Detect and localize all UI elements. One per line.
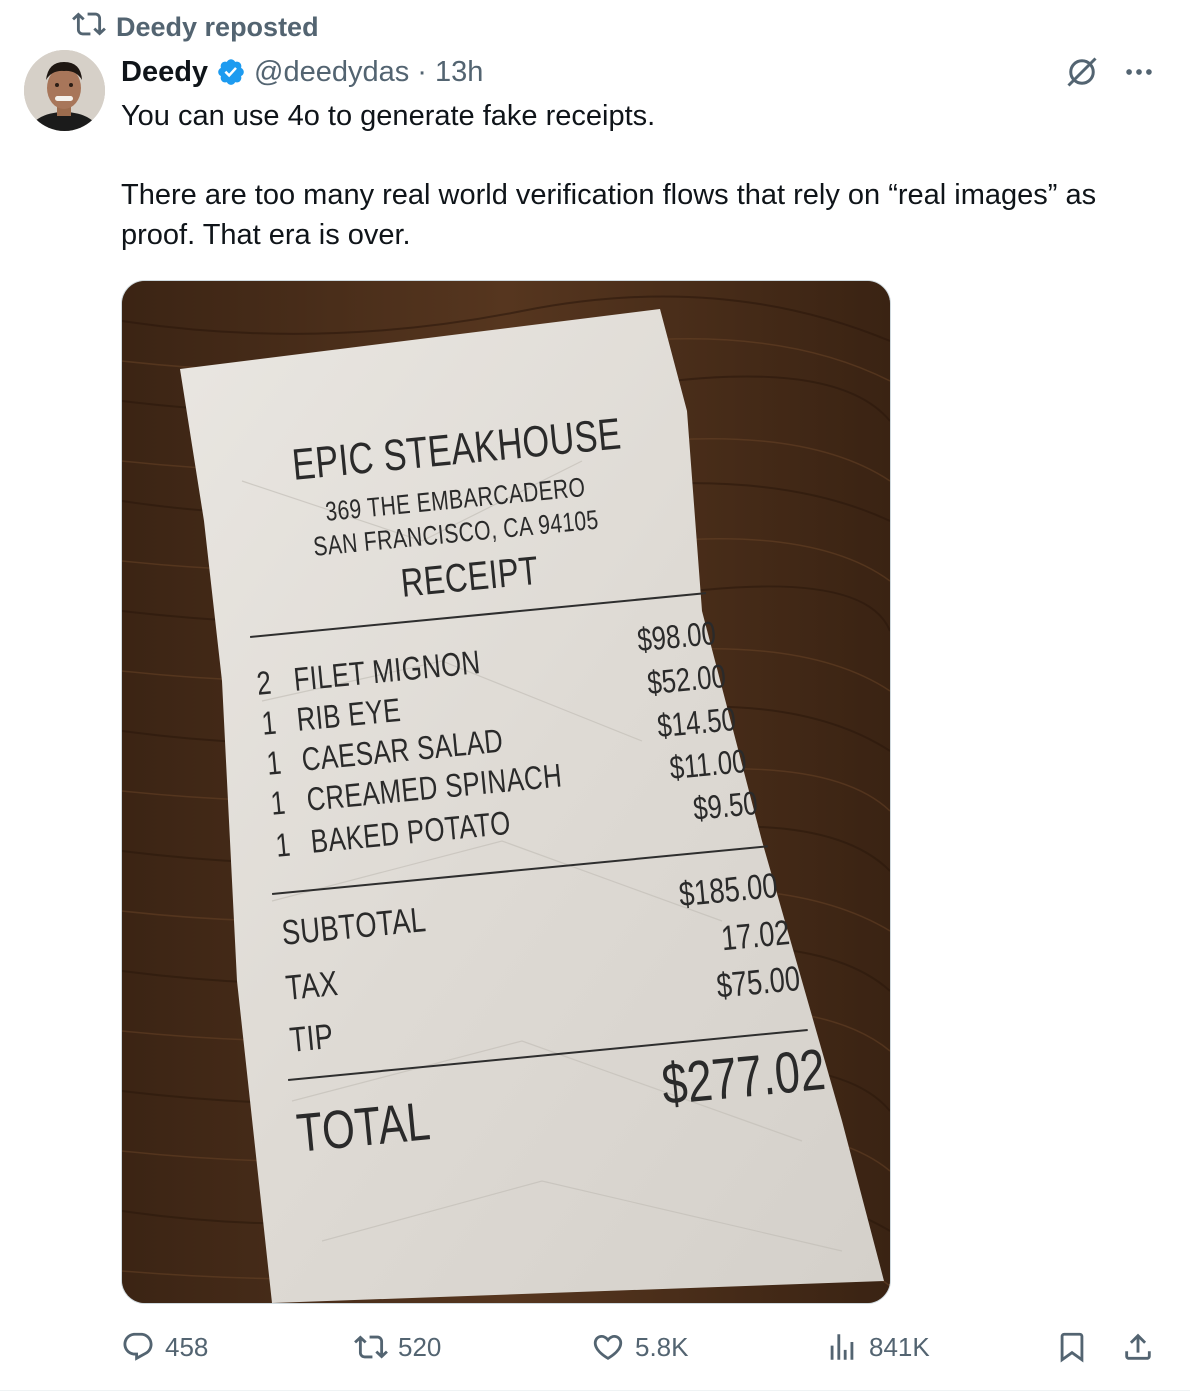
repost-button[interactable]: 520 xyxy=(354,1330,441,1364)
receipt-item-qty: 1 xyxy=(260,703,279,742)
receipt-tax-value: 17.02 xyxy=(719,913,792,959)
heart-icon xyxy=(591,1330,625,1364)
tweet-media-image[interactable]: EPIC STEAKHOUSE 369 THE EMBARCADERO SAN … xyxy=(121,280,891,1304)
tweet-paragraph: There are too many real world verificati… xyxy=(121,179,1097,251)
receipt-total-value: $277.02 xyxy=(659,1036,829,1118)
views-count: 841K xyxy=(869,1331,930,1362)
repost-icon xyxy=(354,1330,388,1364)
reply-button[interactable]: 458 xyxy=(121,1330,208,1364)
tweet-top-actions xyxy=(1064,54,1156,90)
views-button[interactable]: 841K xyxy=(825,1330,930,1364)
receipt-item-price: $14.50 xyxy=(655,700,738,745)
receipt-item-qty: 2 xyxy=(255,663,274,702)
receipt-subtotal-value: $185.00 xyxy=(677,866,780,915)
receipt-heading: RECEIPT xyxy=(399,548,541,606)
grok-icon[interactable] xyxy=(1064,54,1100,90)
receipt-item-qty: 1 xyxy=(265,743,284,782)
avatar-photo xyxy=(24,50,105,131)
like-button[interactable]: 5.8K xyxy=(591,1330,689,1364)
like-count: 5.8K xyxy=(635,1331,689,1362)
receipt-total-label: TOTAL xyxy=(294,1091,434,1164)
verified-badge-icon[interactable] xyxy=(216,57,246,87)
author-name[interactable]: Deedy xyxy=(121,56,208,89)
receipt-item-price: $9.50 xyxy=(691,784,760,828)
tweet-timestamp[interactable]: 13h xyxy=(435,56,483,89)
reply-icon xyxy=(121,1330,155,1364)
receipt-tax-label: TAX xyxy=(284,963,340,1008)
reply-count: 458 xyxy=(165,1331,209,1362)
receipt-item-name: FILET MIGNON xyxy=(292,643,482,698)
avatar[interactable] xyxy=(24,50,105,131)
header-separator: · xyxy=(417,55,427,88)
share-button[interactable] xyxy=(1121,1330,1155,1364)
tweet-bottom-divider xyxy=(0,1390,1190,1391)
tweet-paragraph: You can use 4o to generate fake receipts… xyxy=(121,100,656,132)
receipt-text: EPIC STEAKHOUSE 369 THE EMBARCADERO SAN … xyxy=(122,281,890,1303)
repost-label: Deedy reposted xyxy=(116,11,319,42)
repost-icon xyxy=(72,7,106,48)
repost-indicator[interactable]: Deedy reposted xyxy=(72,10,319,44)
tweet-action-bar: 458 520 5.8K 841K xyxy=(121,1330,1161,1370)
bookmark-button[interactable] xyxy=(1055,1330,1089,1364)
receipt-tip-value: $75.00 xyxy=(714,959,802,1006)
receipt-tip-label: TIP xyxy=(288,1016,336,1060)
more-options-icon[interactable] xyxy=(1122,55,1156,89)
share-icon xyxy=(1121,1330,1155,1364)
tweet-text: You can use 4o to generate fake receipts… xyxy=(121,96,1151,255)
receipt-item-price: $52.00 xyxy=(645,657,728,702)
receipt-item-price: $98.00 xyxy=(635,614,718,659)
tweet-header: Deedy @deedydas · 13h xyxy=(121,52,483,92)
author-handle[interactable]: @deedydas xyxy=(254,56,409,89)
receipt-item-qty: 1 xyxy=(269,783,288,822)
repost-count: 520 xyxy=(398,1331,442,1362)
receipt-item-qty: 1 xyxy=(274,825,293,864)
receipt-item-price: $11.00 xyxy=(667,742,748,787)
views-chart-icon xyxy=(825,1330,859,1364)
bookmark-icon xyxy=(1055,1330,1089,1364)
receipt-subtotal-label: SUBTOTAL xyxy=(280,900,428,953)
